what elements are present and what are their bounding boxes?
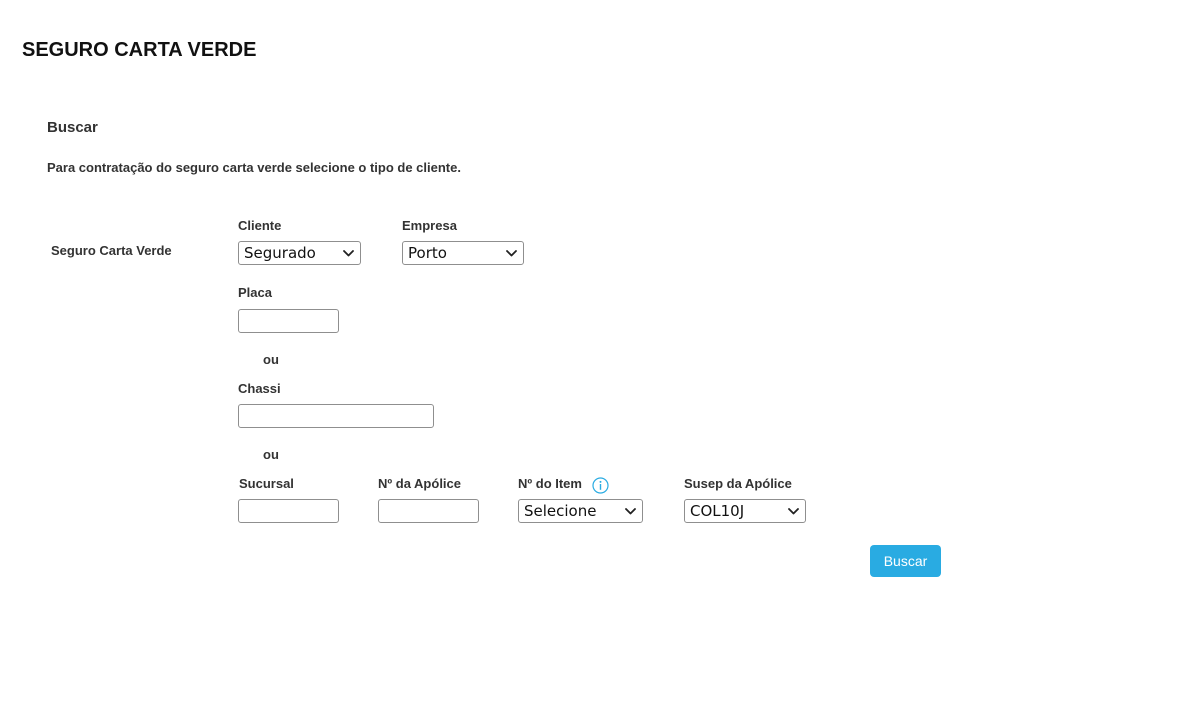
item-label: Nº do Item — [518, 476, 582, 491]
or-separator: ou — [263, 447, 279, 462]
chevron-down-icon — [506, 250, 517, 257]
instructions-text: Para contratação do seguro carta verde s… — [47, 160, 461, 175]
row-label: Seguro Carta Verde — [51, 243, 172, 258]
empresa-select-value: Porto — [408, 244, 447, 262]
chassi-input[interactable] — [238, 404, 434, 428]
empresa-label: Empresa — [402, 218, 457, 233]
cliente-label: Cliente — [238, 218, 282, 233]
page: SEGURO CARTA VERDE Buscar Para contrataç… — [0, 0, 1202, 708]
susep-select-value: COL10J — [690, 502, 745, 520]
or-separator: ou — [263, 352, 279, 367]
chevron-down-icon — [788, 508, 799, 515]
empresa-select[interactable]: Porto — [402, 241, 524, 265]
chevron-down-icon — [343, 250, 354, 257]
chassi-label: Chassi — [238, 381, 281, 396]
apolice-label: Nº da Apólice — [378, 476, 462, 491]
apolice-input[interactable] — [378, 499, 479, 523]
search-button[interactable]: Buscar — [870, 545, 941, 577]
info-icon[interactable] — [592, 477, 609, 494]
chevron-down-icon — [625, 508, 636, 515]
section-title: Buscar — [47, 119, 98, 136]
cliente-select-value: Segurado — [244, 244, 316, 262]
susep-label: Susep da Apólice — [684, 476, 792, 491]
item-select[interactable]: Selecione — [518, 499, 643, 523]
page-title: SEGURO CARTA VERDE — [22, 39, 257, 61]
item-select-value: Selecione — [524, 502, 597, 520]
placa-label: Placa — [238, 285, 272, 300]
sucursal-label: Sucursal — [239, 476, 294, 491]
placa-input[interactable] — [238, 309, 339, 333]
sucursal-input[interactable] — [238, 499, 339, 523]
susep-select[interactable]: COL10J — [684, 499, 806, 523]
cliente-select[interactable]: Segurado — [238, 241, 361, 265]
